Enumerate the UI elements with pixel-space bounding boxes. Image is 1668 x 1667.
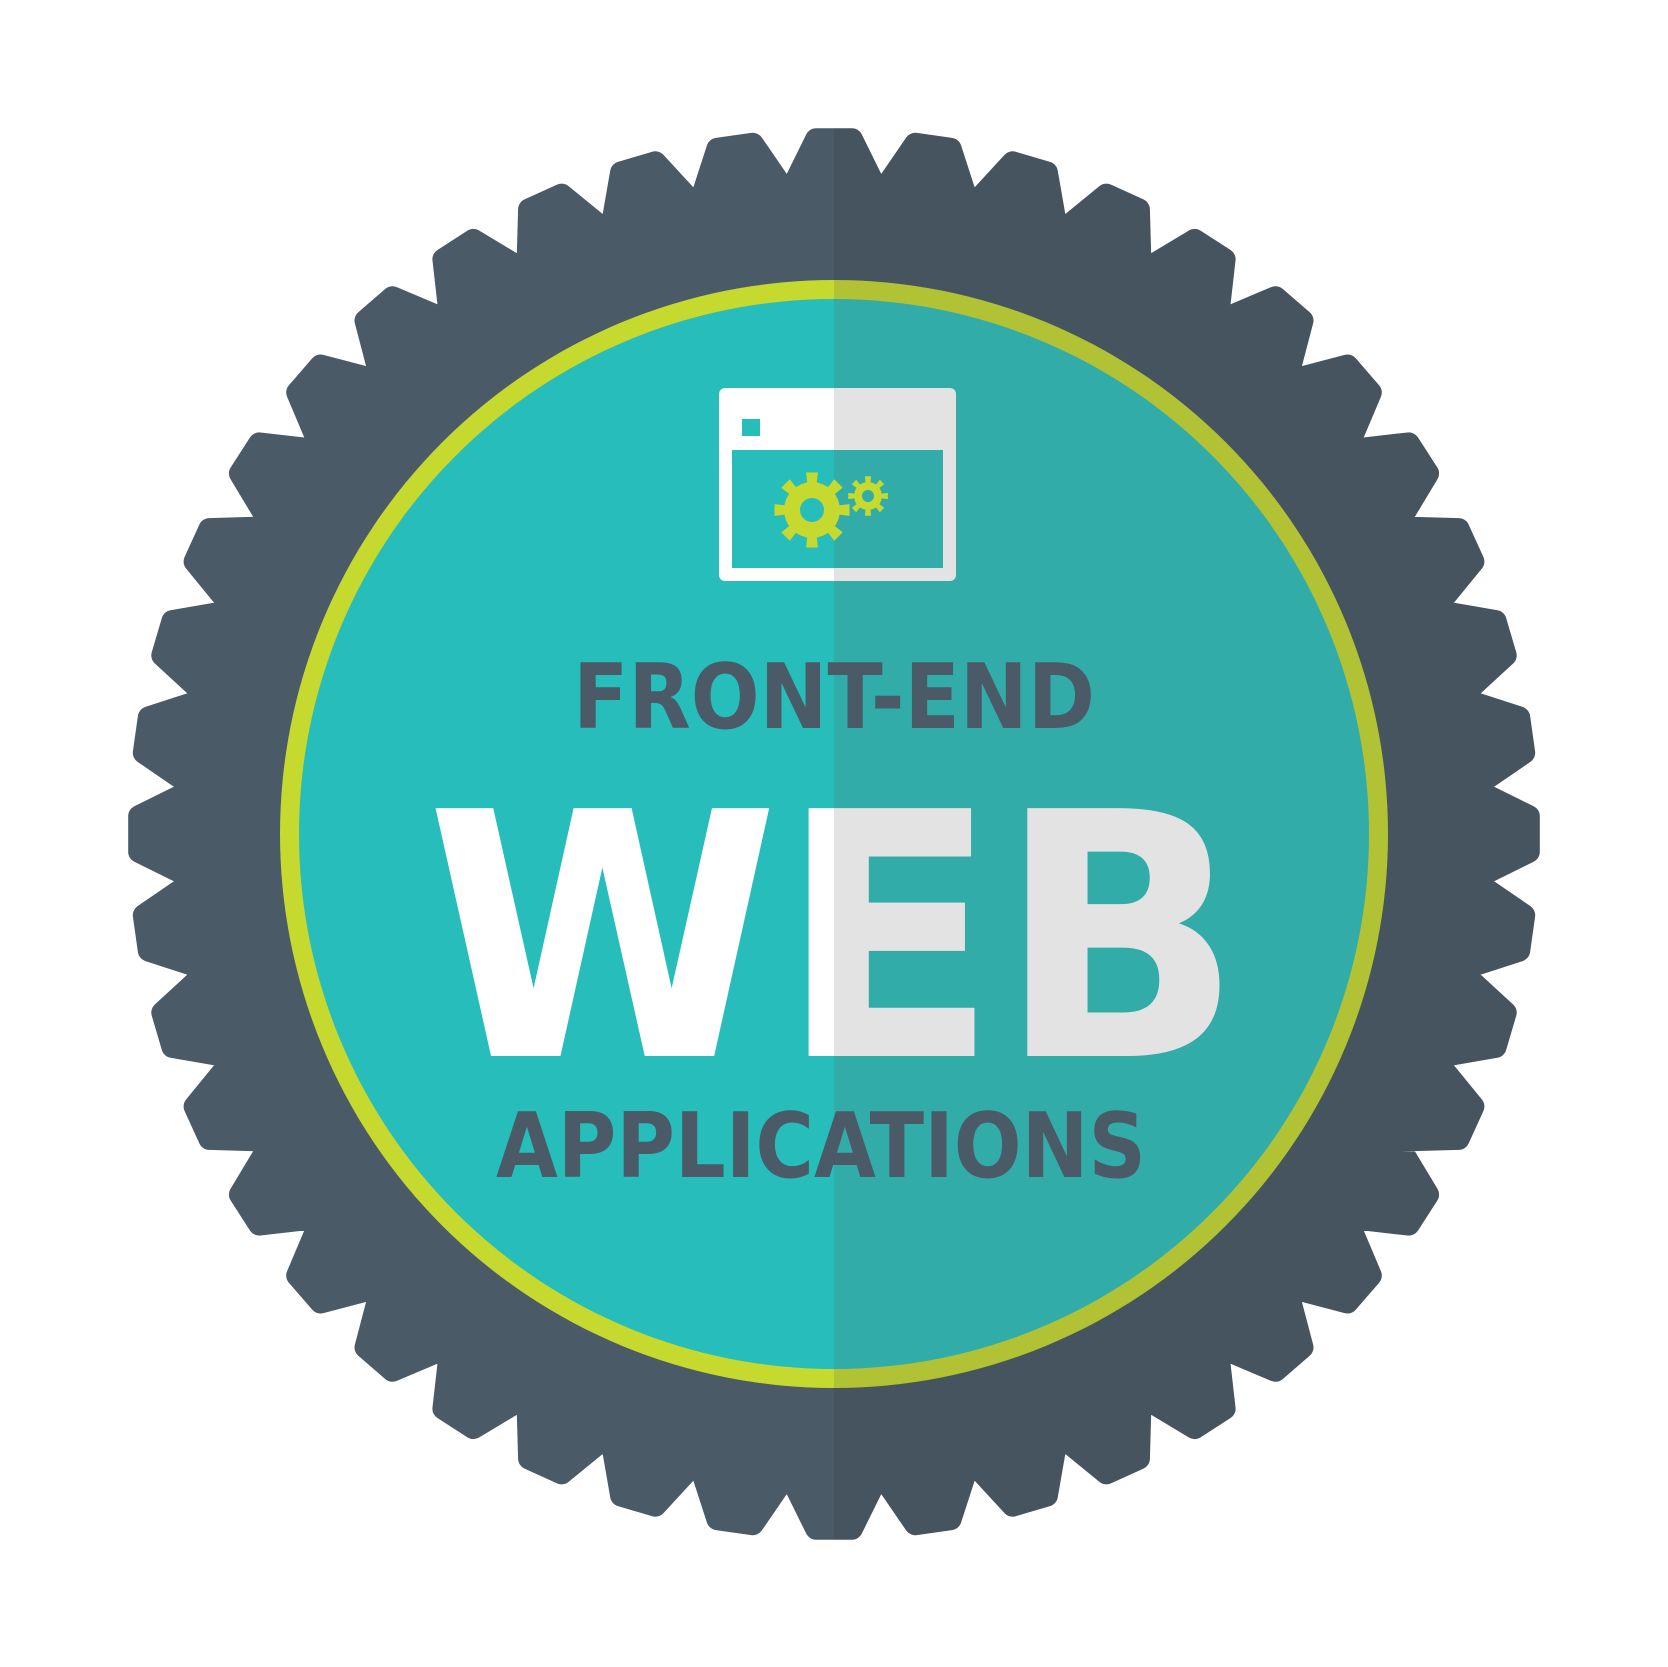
- window-control-dot: [742, 419, 760, 436]
- applications-label: APPLICATIONS: [496, 1094, 1146, 1199]
- browser-window-gears-icon: [719, 388, 956, 581]
- web-badge: FRONT-END WEB WEB APPLICATIONS: [128, 128, 1540, 1540]
- front-end-label: FRONT-END: [573, 645, 1095, 750]
